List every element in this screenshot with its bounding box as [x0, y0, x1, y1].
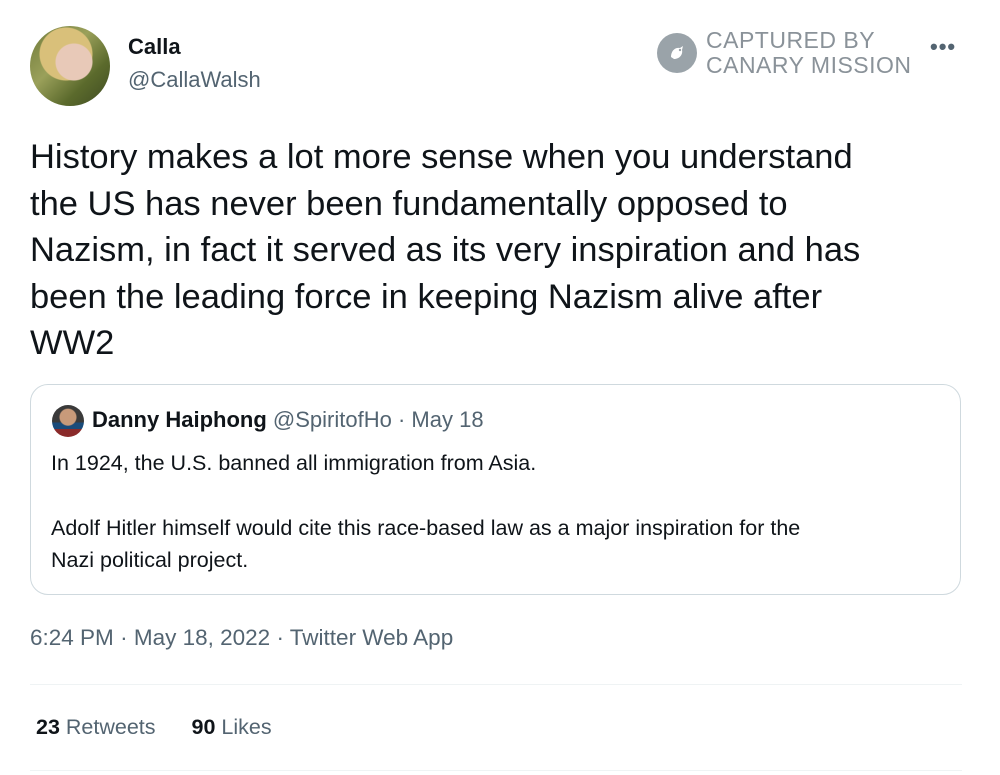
- likes-count: 90: [191, 715, 216, 739]
- quoted-paragraph-2-line-2: Nazi political project.: [51, 548, 249, 572]
- tweet-timestamp: 6:24 PM · May 18, 2022 · Twitter Web App: [30, 625, 453, 651]
- quoted-author-name[interactable]: Danny Haiphong: [92, 407, 267, 432]
- quoted-tweet-text: In 1924, the U.S. banned all immigration…: [51, 447, 951, 577]
- author-display-name[interactable]: Calla: [128, 34, 181, 60]
- quoted-date[interactable]: May 18: [411, 407, 483, 432]
- quoted-paragraph-1: In 1924, the U.S. banned all immigration…: [51, 451, 537, 475]
- likes-label: Likes: [221, 715, 272, 739]
- more-icon[interactable]: •••: [930, 34, 956, 60]
- retweets-stat[interactable]: 23 Retweets: [36, 715, 162, 739]
- tweet-time[interactable]: 6:24 PM: [30, 625, 114, 650]
- tweet-line: the US has never been fundamentally oppo…: [30, 184, 788, 223]
- tweet-line: History makes a lot more sense when you …: [30, 138, 853, 176]
- watermark-line-2: CANARY MISSION: [706, 52, 912, 78]
- timestamp-separator: ·: [120, 625, 128, 650]
- tweet-line: WW2: [30, 324, 115, 362]
- timestamp-separator: ·: [276, 625, 284, 650]
- quoted-author-avatar[interactable]: [52, 405, 84, 437]
- tweet-line: been the leading force in keeping Nazism…: [30, 277, 823, 316]
- tweet-source[interactable]: Twitter Web App: [290, 625, 453, 650]
- quoted-author-handle[interactable]: @SpiritofHo: [273, 407, 392, 432]
- likes-stat[interactable]: 90 Likes: [192, 715, 272, 739]
- divider: [30, 684, 962, 685]
- tweet-date[interactable]: May 18, 2022: [134, 625, 270, 650]
- canary-watermark: CAPTURED BY CANARY MISSION: [706, 28, 912, 78]
- tweet-stats: 23 Retweets 90 Likes: [36, 715, 302, 740]
- author-handle[interactable]: @CallaWalsh: [128, 67, 261, 93]
- tweet-line: Nazism, in fact it served as its very in…: [30, 231, 861, 269]
- retweets-count: 23: [36, 715, 60, 739]
- quoted-tweet-header: Danny Haiphong @SpiritofHo · May 18: [92, 407, 484, 433]
- retweets-label: Retweets: [65, 715, 156, 739]
- watermark-line-1: CAPTURED BY: [706, 27, 876, 53]
- canary-bird-icon: [657, 33, 697, 73]
- quoted-separator: ·: [397, 407, 406, 432]
- author-avatar[interactable]: [30, 26, 110, 106]
- tweet-text: History makes a lot more sense when you …: [30, 134, 965, 367]
- divider: [30, 770, 962, 771]
- quoted-paragraph-2-line-1: Adolf Hitler himself would cite this rac…: [51, 515, 801, 540]
- quoted-tweet[interactable]: Danny Haiphong @SpiritofHo · May 18 In 1…: [30, 384, 961, 595]
